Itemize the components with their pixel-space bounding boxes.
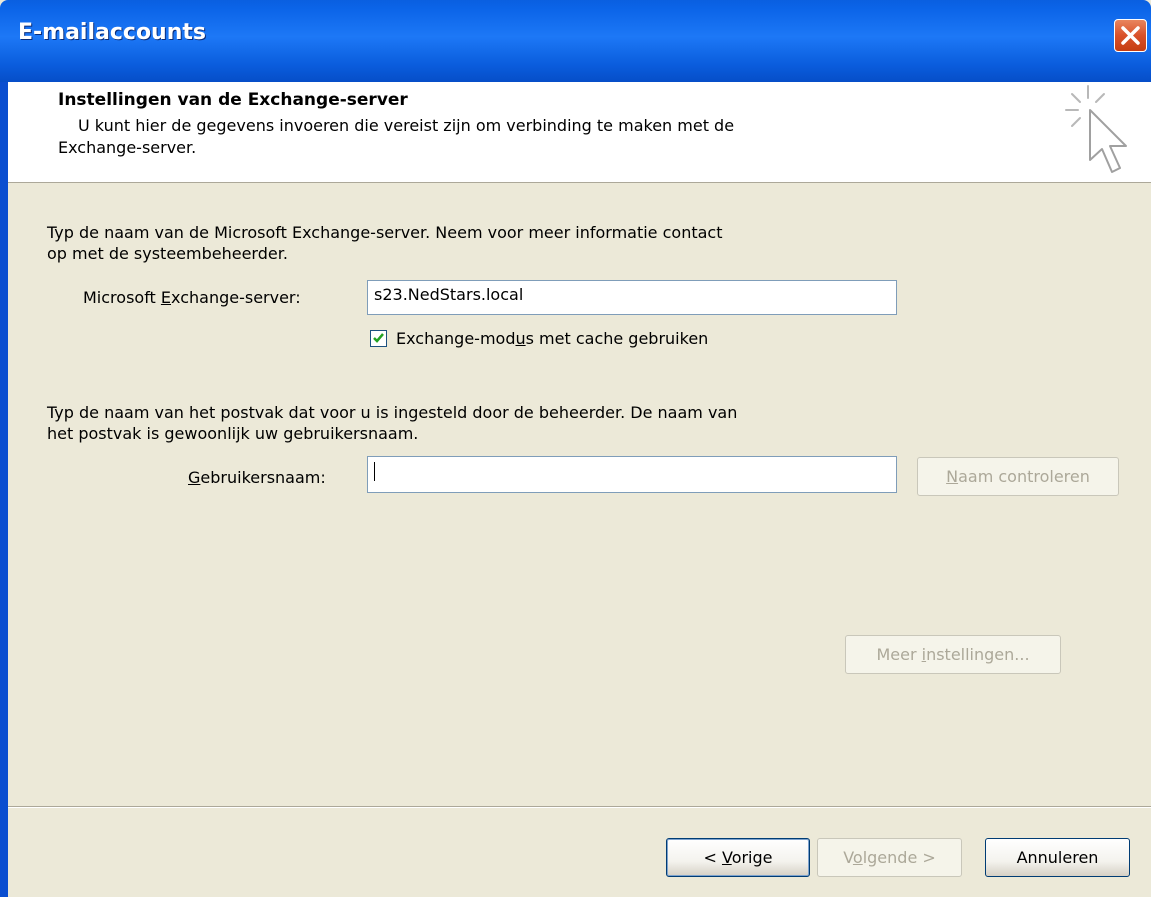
footer-separator	[8, 806, 1151, 808]
page-subtitle: U kunt hier de gegevens invoeren die ver…	[58, 115, 878, 159]
mailbox-intro: Typ de naam van het postvak dat voor u i…	[47, 402, 737, 444]
next-label-pre: V	[843, 848, 853, 867]
next-accesskey: o	[852, 848, 863, 867]
cached-mode-label-accesskey: u	[515, 329, 526, 348]
mailbox-intro-line1: Typ de naam van het postvak dat voor u i…	[47, 403, 738, 422]
page-subtitle-line1: U kunt hier de gegevens invoeren die ver…	[78, 116, 735, 135]
more-settings-label-pre: Meer	[876, 645, 922, 664]
cached-mode-label[interactable]: Exchange-modus met cache gebruiken	[396, 328, 708, 349]
exchange-server-input[interactable]: s23.NedStars.local	[367, 280, 897, 315]
page-subtitle-line2: Exchange-server.	[58, 138, 197, 157]
more-settings-label-post: nstellingen...	[926, 645, 1030, 664]
username-label: Gebruikersnaam:	[188, 467, 326, 488]
exchange-server-label-post: xchange-server:	[171, 288, 301, 307]
back-label-pre: <	[703, 848, 722, 867]
window-title: E-mailaccounts	[18, 20, 206, 45]
mailbox-intro-line2: het postvak is gewoonlijk uw gebruikersn…	[47, 424, 419, 443]
page-title: Instellingen van de Exchange-server	[58, 90, 408, 110]
title-bar[interactable]: E-mailaccounts	[0, 0, 1151, 82]
back-button[interactable]: < Vorige	[666, 838, 810, 877]
username-input[interactable]	[367, 456, 897, 493]
username-label-post: ebruikersnaam:	[200, 468, 326, 487]
wizard-cursor-icon	[1065, 85, 1127, 173]
next-label-post: lgende >	[862, 848, 936, 867]
email-accounts-dialog: E-mailaccounts Instellingen van de Excha…	[0, 0, 1151, 897]
cached-mode-checkbox[interactable]	[370, 330, 387, 347]
checkmark-icon	[373, 333, 384, 343]
wizard-header: Instellingen van de Exchange-server U ku…	[8, 82, 1151, 183]
close-icon	[1121, 26, 1140, 45]
close-button[interactable]	[1114, 19, 1147, 52]
cancel-button[interactable]: Annuleren	[985, 838, 1130, 877]
next-button[interactable]: Volgende >	[817, 838, 962, 877]
server-intro: Typ de naam van de Microsoft Exchange-se…	[47, 222, 722, 264]
exchange-server-label: Microsoft Exchange-server:	[83, 287, 301, 308]
server-intro-line1: Typ de naam van de Microsoft Exchange-se…	[47, 223, 723, 242]
cached-mode-label-pre: Exchange-mod	[396, 329, 516, 348]
check-name-label-post: aam controleren	[958, 467, 1090, 486]
back-accesskey: V	[721, 848, 732, 867]
exchange-server-label-accesskey: E	[160, 288, 172, 307]
more-settings-button[interactable]: Meer instellingen...	[845, 635, 1061, 674]
text-caret	[374, 462, 375, 481]
window-frame-left	[0, 82, 8, 897]
check-name-accesskey: N	[946, 467, 959, 486]
exchange-server-label-pre: Microsoft	[83, 288, 161, 307]
cached-mode-label-post: s met cache gebruiken	[525, 329, 709, 348]
server-intro-line2: op met de systeembeheerder.	[47, 244, 288, 263]
username-label-accesskey: G	[188, 468, 201, 487]
back-label-post: orige	[731, 848, 773, 867]
check-name-button[interactable]: Naam controleren	[917, 457, 1119, 496]
